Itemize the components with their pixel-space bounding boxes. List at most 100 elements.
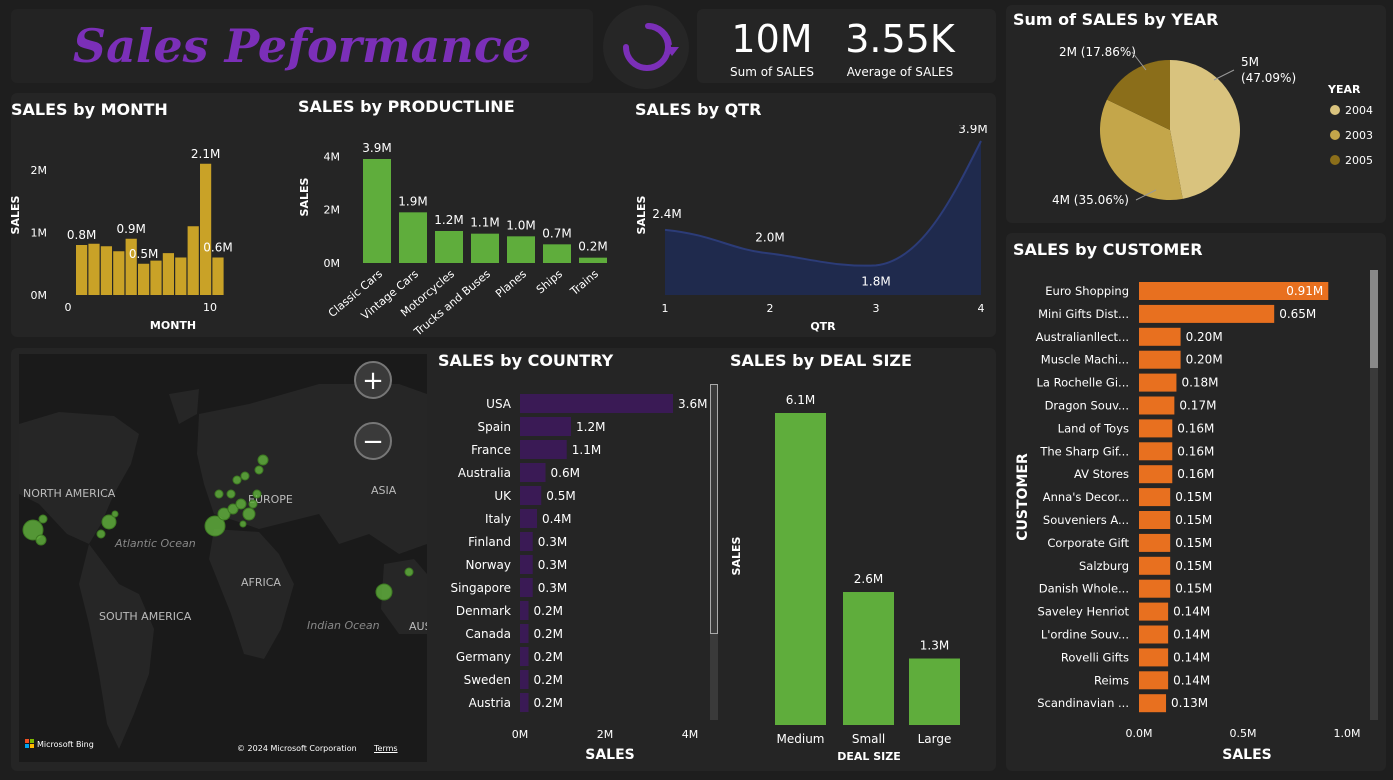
month-data-label: 0.5M bbox=[129, 247, 158, 261]
country-bar bbox=[520, 601, 529, 620]
productline-bar bbox=[435, 231, 463, 263]
customer-chart-title: SALES by CUSTOMER bbox=[1013, 240, 1203, 259]
customer-xlabel: SALES bbox=[1222, 747, 1272, 763]
customer-category-label: Salzburg bbox=[1079, 559, 1129, 573]
qtr-ylabel: SALES bbox=[635, 195, 648, 234]
month-chart-title: SALES by MONTH bbox=[11, 100, 168, 119]
country-xtick: 2M bbox=[597, 728, 614, 741]
customer-value-label: 0.15M bbox=[1175, 559, 1212, 573]
customer-category-label: Mini Gifts Dist... bbox=[1038, 307, 1129, 321]
country-category-label: UK bbox=[494, 489, 512, 503]
customer-value-label: 0.16M bbox=[1177, 444, 1214, 458]
month-ytick: 0M bbox=[31, 289, 48, 302]
month-xtick: 10 bbox=[203, 301, 217, 314]
map-zoom-out-button[interactable]: − bbox=[354, 422, 392, 460]
customer-category-label: Euro Shopping bbox=[1045, 284, 1129, 298]
map[interactable]: NORTH AMERICA EUROPE ASIA Atlantic Ocean… bbox=[19, 354, 427, 762]
customer-category-label: Rovelli Gifts bbox=[1061, 650, 1129, 664]
productline-value-label: 0.7M bbox=[542, 226, 571, 240]
map-bubble bbox=[252, 489, 262, 499]
customer-bar bbox=[1139, 625, 1169, 644]
dealsize-category-label: Large bbox=[918, 732, 952, 746]
country-bar bbox=[520, 555, 533, 574]
country-category-label: Canada bbox=[465, 627, 511, 641]
customer-bar bbox=[1139, 304, 1275, 323]
country-bar bbox=[520, 647, 529, 666]
dealsize-chart: 6.1M Medium 2.6M Small 1.3M Large DEAL SIZE SAL… bbox=[730, 393, 960, 763]
country-category-label: Australia bbox=[458, 466, 511, 480]
customer-category-label: Reims bbox=[1094, 673, 1129, 687]
map-bubble bbox=[257, 454, 269, 466]
map-bubble bbox=[240, 471, 250, 481]
country-value-label: 1.2M bbox=[576, 420, 605, 434]
customer-category-label: Land of Toys bbox=[1058, 421, 1129, 435]
year-slice-label: (47.09%) bbox=[1241, 71, 1296, 85]
refresh-button[interactable] bbox=[603, 5, 689, 89]
map-bubble bbox=[226, 489, 236, 499]
customer-value-label: 0.16M bbox=[1177, 467, 1214, 481]
customer-bar bbox=[1139, 488, 1171, 507]
customer-bar bbox=[1139, 327, 1181, 346]
customer-category-label: Scandinavian ... bbox=[1037, 696, 1129, 710]
month-bar bbox=[175, 257, 187, 295]
qtr-xlabel: QTR bbox=[810, 320, 836, 333]
year-legend-marker bbox=[1330, 105, 1340, 115]
dealsize-xlabel: DEAL SIZE bbox=[837, 750, 901, 763]
productline-bar bbox=[507, 236, 535, 263]
customer-bar bbox=[1139, 350, 1181, 369]
bing-logo: Microsoft Bing bbox=[25, 739, 94, 749]
month-bar bbox=[113, 251, 125, 295]
map-terms-link[interactable]: Terms bbox=[374, 744, 398, 753]
bing-label: Microsoft Bing bbox=[37, 739, 94, 749]
productline-ytick: 4M bbox=[324, 150, 341, 163]
productline-bar bbox=[471, 233, 499, 263]
country-bar bbox=[520, 578, 533, 597]
country-category-label: Italy bbox=[485, 512, 511, 526]
dealsize-bar bbox=[843, 592, 894, 725]
country-value-label: 3.6M bbox=[678, 397, 707, 411]
customer-value-label: 0.18M bbox=[1181, 376, 1218, 390]
customer-value-label: 0.13M bbox=[1171, 696, 1208, 710]
dealsize-bar bbox=[775, 413, 826, 725]
customer-bar bbox=[1139, 671, 1169, 690]
map-bubble bbox=[404, 567, 414, 577]
country-value-label: 0.2M bbox=[534, 673, 563, 687]
month-data-label: 0.9M bbox=[116, 222, 145, 236]
qtr-value-label: 3.9M bbox=[958, 125, 987, 136]
qtr-value-label: 2.0M bbox=[755, 231, 784, 245]
country-value-label: 0.4M bbox=[542, 512, 571, 526]
customer-category-label: Anna's Decor... bbox=[1043, 490, 1129, 504]
map-bubble bbox=[232, 475, 242, 485]
country-bar bbox=[520, 417, 571, 436]
country-category-label: USA bbox=[486, 397, 512, 411]
map-bubble bbox=[111, 510, 119, 518]
country-category-label: Denmark bbox=[456, 604, 511, 618]
country-bar bbox=[520, 509, 537, 528]
country-bar bbox=[520, 463, 546, 482]
customer-category-label: AV Stores bbox=[1074, 467, 1129, 481]
month-bar bbox=[88, 243, 100, 295]
country-scrollbar-thumb[interactable] bbox=[710, 384, 718, 634]
customer-bar bbox=[1139, 694, 1167, 713]
country-scrollbar[interactable] bbox=[710, 384, 718, 720]
month-bar bbox=[200, 163, 212, 295]
country-category-label: Singapore bbox=[450, 581, 511, 595]
month-bar bbox=[100, 246, 112, 295]
productline-xtick: Planes bbox=[493, 267, 529, 300]
customer-category-label: Corporate Gift bbox=[1047, 536, 1129, 550]
map-zoom-in-button[interactable]: + bbox=[354, 361, 392, 399]
customer-scrollbar[interactable] bbox=[1370, 270, 1378, 720]
kpi-panel: 10M Sum of SALES 3.55K Average of SALES bbox=[697, 9, 996, 83]
customer-value-label: 0.15M bbox=[1175, 536, 1212, 550]
customer-bar bbox=[1139, 602, 1169, 621]
qtr-chart: 2.4M 2.0M 1.8M 3.9M 1 2 3 4 QTR SALES bbox=[635, 125, 988, 333]
map-bubble bbox=[254, 465, 264, 475]
customer-scrollbar-thumb[interactable] bbox=[1370, 270, 1378, 368]
customer-value-label: 0.14M bbox=[1173, 628, 1210, 642]
customer-value-label: 0.16M bbox=[1177, 421, 1214, 435]
month-xtick: 0 bbox=[65, 301, 72, 314]
month-xlabel: MONTH bbox=[150, 319, 196, 332]
customer-bar bbox=[1139, 465, 1173, 484]
customer-category-label: Australianllect... bbox=[1036, 330, 1129, 344]
month-bar bbox=[187, 226, 199, 295]
